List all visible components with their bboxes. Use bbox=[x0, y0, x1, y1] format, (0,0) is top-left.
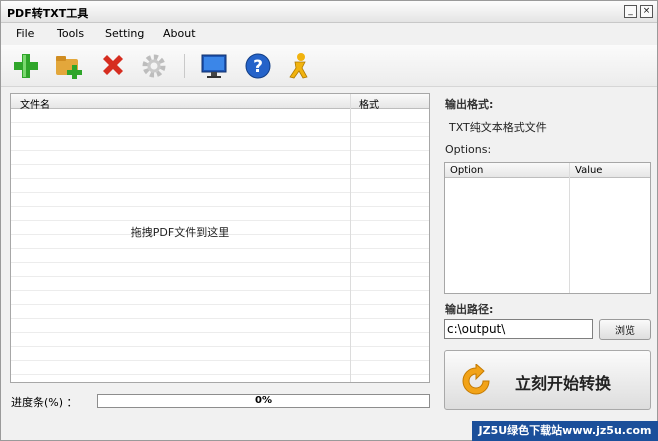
add-folder-icon[interactable] bbox=[54, 51, 84, 81]
delete-icon[interactable] bbox=[98, 51, 128, 81]
progress-text: 0% bbox=[255, 395, 272, 406]
list-row bbox=[11, 179, 429, 193]
monitor-icon[interactable] bbox=[199, 51, 229, 81]
window-title: PDF转TXT工具 bbox=[7, 7, 89, 20]
toolbar: ? bbox=[1, 45, 657, 87]
start-convert-button[interactable]: 立刻开始转换 bbox=[444, 350, 651, 410]
list-row bbox=[11, 165, 429, 179]
options-table[interactable]: Option Value bbox=[444, 162, 651, 294]
drop-hint: 拖拽PDF文件到这里 bbox=[130, 226, 230, 239]
close-button[interactable]: × bbox=[640, 5, 653, 18]
list-row bbox=[11, 277, 429, 291]
start-convert-label: 立刻开始转换 bbox=[515, 374, 612, 393]
menu-tools[interactable]: Tools bbox=[57, 27, 84, 40]
progress-label: 进度条(%) ： bbox=[11, 396, 78, 409]
list-row bbox=[11, 263, 429, 277]
file-list-header: 文件名 格式 bbox=[11, 94, 429, 111]
menu-setting[interactable]: Setting bbox=[105, 27, 144, 40]
file-list[interactable]: 文件名 格式 拖拽PDF文件到这里 bbox=[10, 93, 430, 383]
list-row bbox=[11, 361, 429, 375]
column-divider bbox=[350, 94, 351, 382]
watermark-banner: JZ5U绿色下载站www.jz5u.com bbox=[472, 421, 658, 441]
column-divider bbox=[569, 163, 570, 293]
settings-icon[interactable] bbox=[139, 51, 169, 81]
list-row bbox=[11, 249, 429, 263]
list-row bbox=[11, 347, 429, 361]
list-row bbox=[11, 151, 429, 165]
progress-bar: 0% bbox=[97, 394, 430, 408]
list-row bbox=[11, 193, 429, 207]
browse-button[interactable]: 浏览 bbox=[599, 319, 651, 340]
minimize-button[interactable]: _ bbox=[624, 5, 637, 18]
list-row bbox=[11, 319, 429, 333]
menu-bar: File Tools Setting About bbox=[1, 23, 657, 45]
list-row bbox=[11, 333, 429, 347]
aim-icon[interactable] bbox=[285, 51, 315, 81]
app-window: PDF转TXT工具 _ × File Tools Setting About ?… bbox=[0, 0, 658, 441]
output-path-input[interactable] bbox=[444, 319, 593, 339]
column-header-value[interactable]: Value bbox=[575, 165, 602, 176]
options-table-header: Option Value bbox=[445, 163, 650, 178]
output-path-label: 输出路径: bbox=[445, 303, 494, 316]
toolbar-separator bbox=[184, 54, 185, 78]
list-row bbox=[11, 123, 429, 137]
options-label: Options: bbox=[445, 143, 492, 156]
list-row bbox=[11, 137, 429, 151]
list-row bbox=[11, 207, 429, 221]
column-header-option[interactable]: Option bbox=[450, 165, 483, 176]
file-list-rows bbox=[11, 109, 429, 382]
help-icon[interactable]: ? bbox=[243, 51, 273, 81]
add-icon[interactable] bbox=[11, 51, 41, 81]
output-format-value: TXT纯文本格式文件 bbox=[449, 121, 547, 134]
title-bar[interactable]: PDF转TXT工具 _ × bbox=[1, 1, 657, 23]
menu-about[interactable]: About bbox=[163, 27, 196, 40]
output-format-label: 输出格式: bbox=[445, 98, 494, 111]
menu-file[interactable]: File bbox=[16, 27, 34, 40]
list-row bbox=[11, 291, 429, 305]
svg-text:?: ? bbox=[253, 57, 263, 77]
refresh-icon bbox=[462, 364, 490, 395]
list-row bbox=[11, 305, 429, 319]
list-row bbox=[11, 109, 429, 123]
